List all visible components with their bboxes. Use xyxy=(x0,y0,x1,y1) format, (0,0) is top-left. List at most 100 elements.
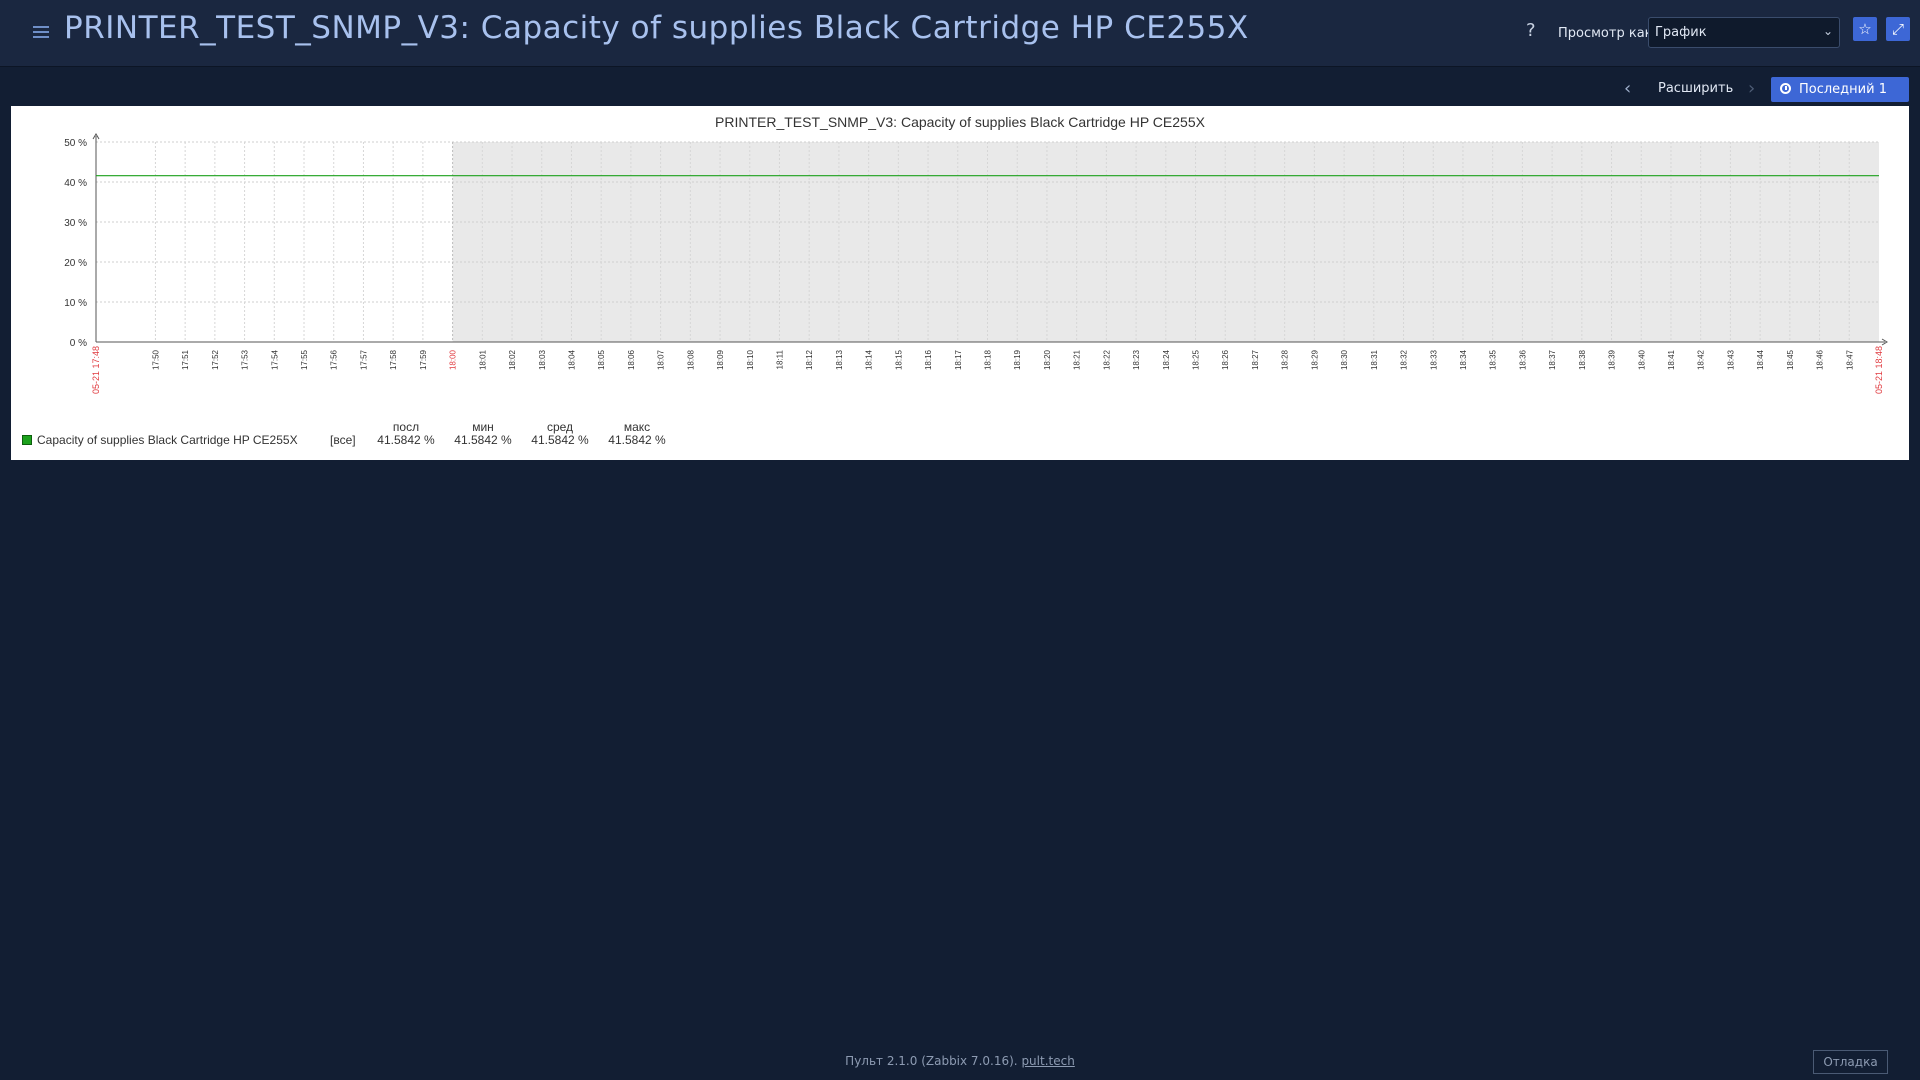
x-tick-label: 18:01 xyxy=(478,349,487,370)
legend-value-last: 41.5842 % xyxy=(377,433,435,447)
legend-value-min: 41.5842 % xyxy=(454,433,512,447)
x-tick-label: 18:39 xyxy=(1608,349,1617,370)
x-tick-label: 18:06 xyxy=(627,349,636,370)
chevron-down-icon: ⌄ xyxy=(1822,24,1833,38)
x-tick-label: 18:05 xyxy=(597,349,606,370)
legend-header-min: мин xyxy=(472,420,494,434)
y-tick-label: 30 % xyxy=(64,218,87,229)
y-tick-label: 10 % xyxy=(64,298,87,309)
legend-header-avg: сред xyxy=(546,420,574,434)
footer-link[interactable]: pult.tech xyxy=(1021,1054,1074,1068)
x-tick-label: 18:36 xyxy=(1518,349,1527,370)
x-tick-label: 18:40 xyxy=(1637,349,1646,370)
x-tick-label: 18:07 xyxy=(657,349,666,370)
x-tick-label: 18:10 xyxy=(746,349,755,370)
legend-header-max: макс xyxy=(623,420,651,434)
clock-icon xyxy=(1780,83,1791,94)
x-tick-label: 18:25 xyxy=(1192,349,1201,370)
x-tick-label: 18:20 xyxy=(1043,349,1052,370)
y-tick-label: 0 % xyxy=(70,338,87,349)
page-title: PRINTER_TEST_SNMP_V3: Capacity of suppli… xyxy=(64,10,1249,46)
x-tick-label: 18:09 xyxy=(716,349,725,370)
x-tick-label: 18:14 xyxy=(865,349,874,370)
x-tick-label: 18:34 xyxy=(1459,349,1468,370)
zoom-out-button[interactable]: Расширить xyxy=(1658,81,1733,96)
x-tick-label: 18:30 xyxy=(1340,349,1349,370)
x-tick-label: 18:45 xyxy=(1786,349,1795,370)
fullscreen-button[interactable]: ⤢ xyxy=(1886,17,1910,41)
legend-value-avg: 41.5842 % xyxy=(531,433,589,447)
help-icon[interactable]: ? xyxy=(1526,20,1536,41)
x-tick-label: 18:46 xyxy=(1816,349,1825,370)
x-tick-label: 18:08 xyxy=(686,349,695,370)
x-tick-label: 18:16 xyxy=(924,349,933,370)
series-color-swatch xyxy=(22,435,32,445)
footer: Пульт 2.1.0 (Zabbix 7.0.16). pult.tech xyxy=(0,1054,1920,1068)
header-bar: PRINTER_TEST_SNMP_V3: Capacity of suppli… xyxy=(0,0,1920,67)
x-tick-label: 17:54 xyxy=(270,349,279,370)
graph-canvas[interactable]: 50 % 40 % 30 % 20 % 10 % 0 % 17:50 17:51 17:52 17… xyxy=(11,106,1909,416)
x-tick-label: 17:50 xyxy=(151,349,160,370)
x-tick-label: 18:38 xyxy=(1578,349,1587,370)
x-tick-label: 17:58 xyxy=(389,349,398,370)
y-tick-label: 40 % xyxy=(64,178,87,189)
x-tick-label: 18:44 xyxy=(1756,349,1765,370)
legend-value-max: 41.5842 % xyxy=(608,433,666,447)
x-tick-label: 17:56 xyxy=(330,349,339,370)
x-tick-label: 18:31 xyxy=(1370,349,1379,370)
x-tick-label: 17:53 xyxy=(241,349,250,370)
x-tick-label: 18:03 xyxy=(538,349,547,370)
x-tick-label: 17:51 xyxy=(181,349,190,370)
x-tick-label: 18:12 xyxy=(805,349,814,370)
time-selector-bar: ‹ Расширить › Последний 1 час xyxy=(0,74,1920,122)
x-tick-label: 18:26 xyxy=(1221,349,1230,370)
x-tick-label: 18:13 xyxy=(835,349,844,370)
x-tick-label: 18:04 xyxy=(567,349,576,370)
legend-header-last: посл xyxy=(392,420,420,434)
x-tick-label: 18:28 xyxy=(1281,349,1290,370)
x-tick-label: 18:43 xyxy=(1726,349,1735,370)
x-tick-label: 18:29 xyxy=(1310,349,1319,370)
time-period-button[interactable]: Последний 1 час xyxy=(1771,77,1909,122)
x-tick-label: 18:32 xyxy=(1400,349,1409,370)
view-as-label: Просмотр как xyxy=(1558,26,1653,41)
legend-function: [все] xyxy=(330,433,356,447)
x-tick-label: 18:17 xyxy=(954,349,963,370)
x-tick-label: 17:55 xyxy=(300,349,309,370)
footer-version: Пульт 2.1.0 (Zabbix 7.0.16). xyxy=(845,1054,1018,1068)
x-tick-label: 18:24 xyxy=(1162,349,1171,370)
x-tick-label: 18:00 xyxy=(449,349,458,370)
x-tick-label: 18:15 xyxy=(894,349,903,370)
fullscreen-icon: ⤢ xyxy=(1891,20,1904,38)
x-tick-label: 17:59 xyxy=(419,349,428,370)
x-tick-label: 18:22 xyxy=(1102,349,1111,370)
x-tick-label: 18:37 xyxy=(1548,349,1557,370)
x-tick-label: 18:02 xyxy=(508,349,517,370)
graph-panel: PRINTER_TEST_SNMP_V3: Capacity of suppli… xyxy=(11,106,1909,460)
x-start-label: 05-21 17:48 xyxy=(91,346,101,394)
x-tick-label: 18:41 xyxy=(1667,349,1676,370)
x-tick-label: 18:18 xyxy=(984,349,993,370)
view-as-value: График xyxy=(1655,25,1707,40)
x-tick-label: 18:47 xyxy=(1845,349,1854,370)
legend-series-name: Capacity of supplies Black Cartridge HP … xyxy=(37,433,298,447)
x-tick-label: 17:52 xyxy=(211,349,220,370)
favorite-button[interactable]: ☆ xyxy=(1853,17,1877,41)
x-tick-label: 17:57 xyxy=(359,349,368,370)
star-icon: ☆ xyxy=(1858,20,1872,38)
x-tick-label: 18:27 xyxy=(1251,349,1260,370)
x-end-label: 05-21 18:48 xyxy=(1874,346,1884,394)
view-as-select[interactable]: График ⌄ xyxy=(1648,17,1840,48)
menu-icon[interactable] xyxy=(33,24,49,40)
y-tick-label: 20 % xyxy=(64,258,87,269)
debug-button[interactable]: Отладка xyxy=(1813,1050,1888,1074)
x-tick-label: 18:11 xyxy=(775,349,784,369)
x-tick-label: 18:42 xyxy=(1697,349,1706,370)
chevron-right-icon[interactable]: › xyxy=(1748,78,1755,99)
x-tick-label: 18:33 xyxy=(1429,349,1438,370)
y-tick-label: 50 % xyxy=(64,138,87,149)
x-tick-label: 18:23 xyxy=(1132,349,1141,370)
x-tick-label: 18:19 xyxy=(1013,349,1022,370)
x-tick-label: 18:21 xyxy=(1073,349,1082,370)
chevron-left-icon[interactable]: ‹ xyxy=(1624,78,1631,99)
